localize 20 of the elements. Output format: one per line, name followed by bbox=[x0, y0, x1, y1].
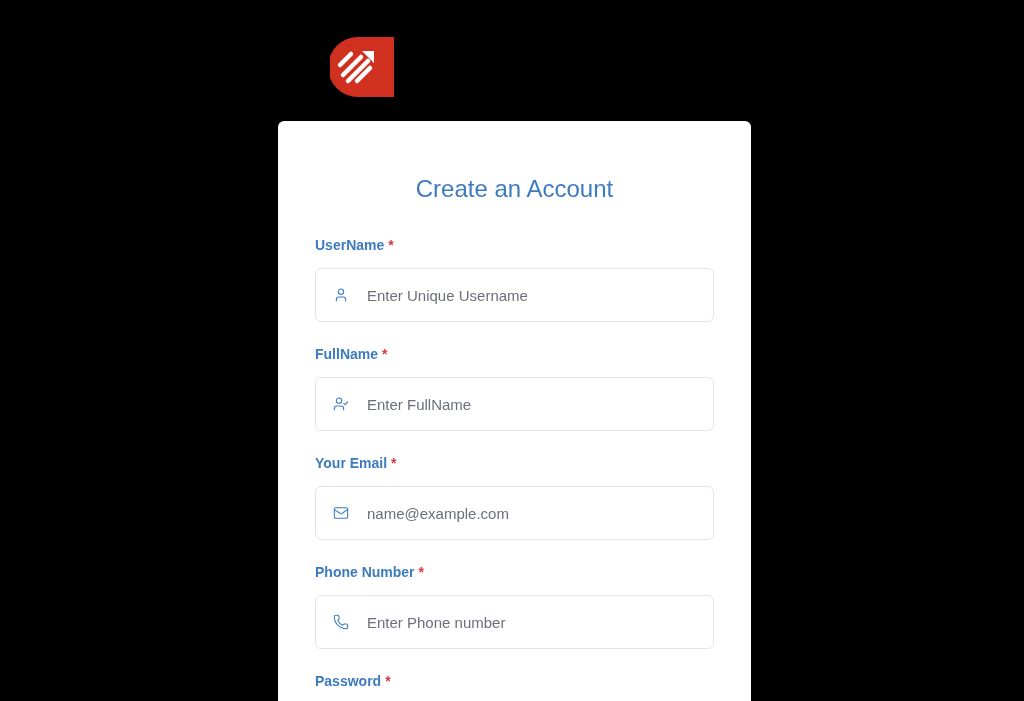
input-field[interactable]: name@example.com bbox=[315, 486, 714, 540]
field-label: UserName bbox=[315, 236, 385, 255]
required-asterisk: * bbox=[388, 236, 394, 255]
field-label: Password bbox=[315, 672, 382, 691]
phone-icon bbox=[333, 614, 349, 630]
input-field[interactable]: Enter FullName bbox=[315, 377, 714, 431]
input-field[interactable]: Enter Phone number bbox=[315, 595, 714, 649]
required-asterisk: * bbox=[418, 563, 425, 582]
user-icon bbox=[333, 287, 349, 303]
field-label: Phone Number bbox=[315, 563, 415, 582]
required-asterisk: * bbox=[385, 672, 391, 691]
input-field[interactable]: Enter Unique Username bbox=[315, 268, 714, 322]
field-label: Your Email bbox=[315, 454, 388, 473]
field-label: FullName bbox=[315, 345, 378, 364]
required-asterisk: * bbox=[391, 454, 397, 473]
required-asterisk: * bbox=[382, 345, 388, 364]
logo-icon bbox=[330, 37, 394, 98]
user-check-icon bbox=[333, 396, 349, 412]
mail-icon bbox=[333, 505, 349, 521]
form-title: Create an Account bbox=[414, 174, 615, 204]
